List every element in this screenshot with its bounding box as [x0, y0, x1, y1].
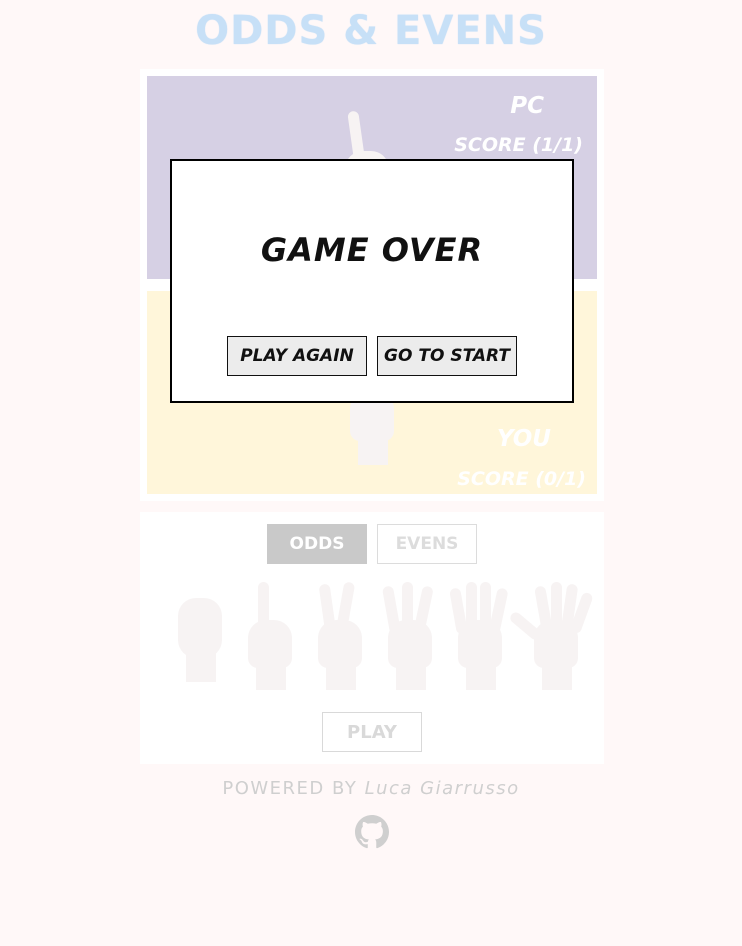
pc-score: SCORE (1/1) — [454, 134, 583, 156]
powered-by-footer: POWERED BY Luca Giarrusso — [0, 778, 742, 799]
finger-choices — [165, 581, 594, 690]
game-over-dialog: GAME OVER PLAY AGAIN GO TO START — [170, 159, 574, 403]
five-fingers-icon[interactable] — [508, 582, 594, 690]
powered-by-label: POWERED BY — [222, 778, 358, 799]
pc-label: PC — [510, 93, 544, 119]
author-link[interactable]: Luca Giarrusso — [365, 778, 520, 799]
play-again-button[interactable]: PLAY AGAIN — [227, 336, 367, 376]
app-title: ODDS & EVENS — [195, 8, 547, 54]
game-over-title: GAME OVER — [260, 231, 484, 269]
you-score: SCORE (0/1) — [457, 468, 586, 490]
controls-panel: ODDS EVENS PLAY — [140, 512, 604, 764]
two-fingers-icon[interactable] — [310, 581, 368, 690]
you-label: YOU — [496, 426, 551, 452]
evens-button[interactable]: EVENS — [377, 524, 477, 564]
one-finger-icon[interactable] — [240, 582, 298, 690]
go-to-start-button[interactable]: GO TO START — [377, 336, 517, 376]
three-fingers-icon[interactable] — [380, 582, 438, 690]
fist-zero-fingers-icon[interactable] — [170, 582, 228, 686]
play-button[interactable]: PLAY — [322, 712, 422, 752]
four-fingers-icon[interactable] — [449, 582, 509, 690]
odds-button[interactable]: ODDS — [267, 524, 367, 564]
github-icon[interactable] — [355, 815, 389, 849]
